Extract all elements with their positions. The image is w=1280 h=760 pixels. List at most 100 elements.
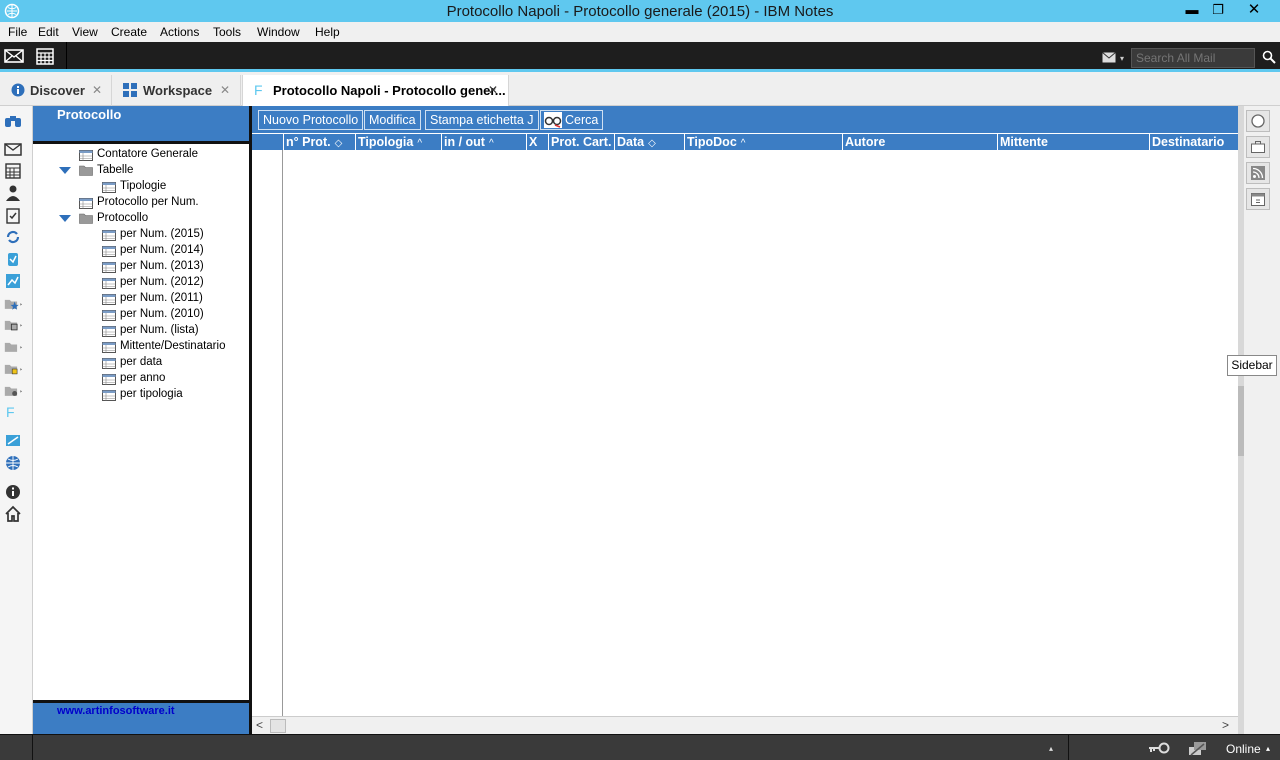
status-bar: ▴ Online ▴ <box>0 734 1280 760</box>
menu-create[interactable]: Create <box>111 25 147 39</box>
twisty-expanded-icon[interactable] <box>59 215 71 222</box>
column-tipologia[interactable]: Tipologia ^ <box>355 134 441 151</box>
navigator-header: Protocollo <box>33 106 249 144</box>
folder-gear-icon[interactable] <box>4 382 22 400</box>
status-messages-chevron-up-icon[interactable]: ▴ <box>1049 744 1053 753</box>
twisty-expanded-icon[interactable] <box>59 167 71 174</box>
open-list-strip: F <box>0 106 33 734</box>
todo-clipboard-icon[interactable] <box>4 206 22 224</box>
menu-window[interactable]: Window <box>257 25 300 39</box>
modifica-button[interactable]: Modifica <box>364 110 421 130</box>
network-connection-icon[interactable] <box>1188 740 1208 756</box>
workspace-grid-icon <box>123 83 137 97</box>
cerca-button[interactable]: Cerca <box>540 110 604 130</box>
tab-protocollo-napoli[interactable]: F Protocollo Napoli - Protocollo gener..… <box>242 75 509 107</box>
search-input[interactable] <box>1131 48 1255 68</box>
sort-ascending-icon[interactable]: ^ <box>417 138 422 149</box>
view-table-icon <box>79 198 93 209</box>
close-tab-icon[interactable]: ✕ <box>488 83 498 97</box>
close-window-button[interactable]: ✕ <box>1230 0 1278 20</box>
menu-bar: File Edit View Create Actions Tools Wind… <box>0 22 1280 42</box>
column-tipodoc[interactable]: TipoDoc ^ <box>684 134 842 151</box>
column-data[interactable]: Data ◇ <box>614 134 684 151</box>
key-icon[interactable] <box>1148 741 1170 755</box>
menu-tools[interactable]: Tools <box>213 25 241 39</box>
search-icon[interactable] <box>1262 50 1276 64</box>
folder-yellow-icon[interactable] <box>4 360 22 378</box>
sort-toggle-icon[interactable]: ◇ <box>335 138 343 149</box>
menu-view[interactable]: View <box>72 25 98 39</box>
view-navigator: Protocollo Contatore Generale Tabelle Ti… <box>33 106 252 734</box>
column-mittente[interactable]: Mittente <box>997 134 1149 151</box>
sidebar-resize-grip[interactable] <box>1238 386 1244 456</box>
search-scope-mail-icon[interactable] <box>1102 52 1116 63</box>
search-scope-chevron-down-icon[interactable]: ▾ <box>1120 54 1124 63</box>
column-autore[interactable]: Autore <box>842 134 997 151</box>
calendar-icon[interactable] <box>4 162 22 180</box>
scroll-right-arrow-icon[interactable]: > <box>1222 718 1229 732</box>
view-table-icon <box>102 278 116 289</box>
home-icon[interactable] <box>4 505 22 523</box>
tab-label: Discover <box>30 83 85 98</box>
navigator-footer: www.artinfosoftware.it <box>33 700 249 734</box>
title-bar: Protocollo Napoli - Protocollo generale … <box>0 0 1280 22</box>
view-table-icon <box>102 358 116 369</box>
stampa-etichetta-button[interactable]: Stampa etichetta J <box>425 110 539 130</box>
activities-icon[interactable] <box>4 250 22 268</box>
column-prot-cart[interactable]: Prot. Cart. <box>548 134 614 151</box>
applications-folder-icon[interactable] <box>4 316 22 334</box>
menu-actions[interactable]: Actions <box>160 25 199 39</box>
mail-icon[interactable] <box>4 48 24 64</box>
action-bar: Nuovo Protocollo Modifica Stampa etichet… <box>252 106 1238 133</box>
menu-help[interactable]: Help <box>315 25 340 39</box>
nuovo-protocollo-button[interactable]: Nuovo Protocollo <box>258 110 364 130</box>
scroll-left-arrow-icon[interactable]: < <box>256 718 263 732</box>
scrollbar-thumb[interactable] <box>270 719 286 733</box>
tab-label: Protocollo Napoli - Protocollo gener... <box>273 83 506 98</box>
sametime-sync-icon[interactable] <box>4 228 22 246</box>
location-chevron-up-icon[interactable]: ▴ <box>1266 744 1270 753</box>
right-sidebar <box>1238 106 1280 734</box>
sort-ascending-icon[interactable]: ^ <box>741 138 746 149</box>
binoculars-icon[interactable] <box>4 112 22 130</box>
cerca-label: Cerca <box>565 113 599 127</box>
rss-feed-icon <box>1251 166 1265 180</box>
sort-ascending-icon[interactable]: ^ <box>489 138 494 149</box>
view-table-icon <box>102 262 116 273</box>
mail-icon[interactable] <box>4 140 22 158</box>
feeds-chart-icon[interactable] <box>4 272 22 290</box>
favorites-folder-icon[interactable] <box>4 295 22 313</box>
column-in-out[interactable]: in / out ^ <box>441 134 526 151</box>
minimize-button[interactable]: ▬ <box>1178 0 1206 20</box>
folder-icon[interactable] <box>4 338 22 356</box>
tab-workspace[interactable]: Workspace ✕ <box>113 75 241 106</box>
calendar-icon[interactable] <box>36 47 54 65</box>
column-x[interactable]: X <box>526 134 548 151</box>
navigator-title: Protocollo <box>57 107 122 122</box>
info-icon <box>11 83 25 97</box>
sametime-contacts-sidebar-button[interactable] <box>1246 110 1270 132</box>
chat-bubble-icon <box>1251 114 1265 128</box>
artinfo-website-link[interactable]: www.artinfosoftware.it <box>57 705 175 717</box>
briefcase-icon <box>1251 141 1265 153</box>
view-pane: Nuovo Protocollo Modifica Stampa etichet… <box>252 106 1238 734</box>
contacts-person-icon[interactable] <box>4 184 22 202</box>
column-destinatario[interactable]: Destinatario <box>1149 134 1238 151</box>
restore-button[interactable]: ❐ <box>1204 0 1232 20</box>
replicator-icon[interactable] <box>4 432 22 450</box>
menu-edit[interactable]: Edit <box>38 25 59 39</box>
column-n-prot[interactable]: n° Prot. ◇ <box>283 134 355 151</box>
feeds-sidebar-button[interactable] <box>1246 162 1270 184</box>
activities-sidebar-button[interactable] <box>1246 136 1270 158</box>
globe-icon[interactable] <box>4 454 22 472</box>
info-icon[interactable] <box>4 483 22 501</box>
horizontal-scrollbar[interactable]: < > <box>252 716 1238 734</box>
location-status-label[interactable]: Online <box>1226 742 1261 756</box>
menu-file[interactable]: File <box>8 25 27 39</box>
tab-discover[interactable]: Discover ✕ <box>0 75 112 106</box>
close-tab-icon[interactable]: ✕ <box>220 83 230 97</box>
protocollo-db-f-icon[interactable]: F <box>6 404 15 420</box>
sort-toggle-icon[interactable]: ◇ <box>648 138 656 149</box>
close-tab-icon[interactable]: ✕ <box>92 83 102 97</box>
day-at-a-glance-sidebar-button[interactable] <box>1246 188 1270 210</box>
